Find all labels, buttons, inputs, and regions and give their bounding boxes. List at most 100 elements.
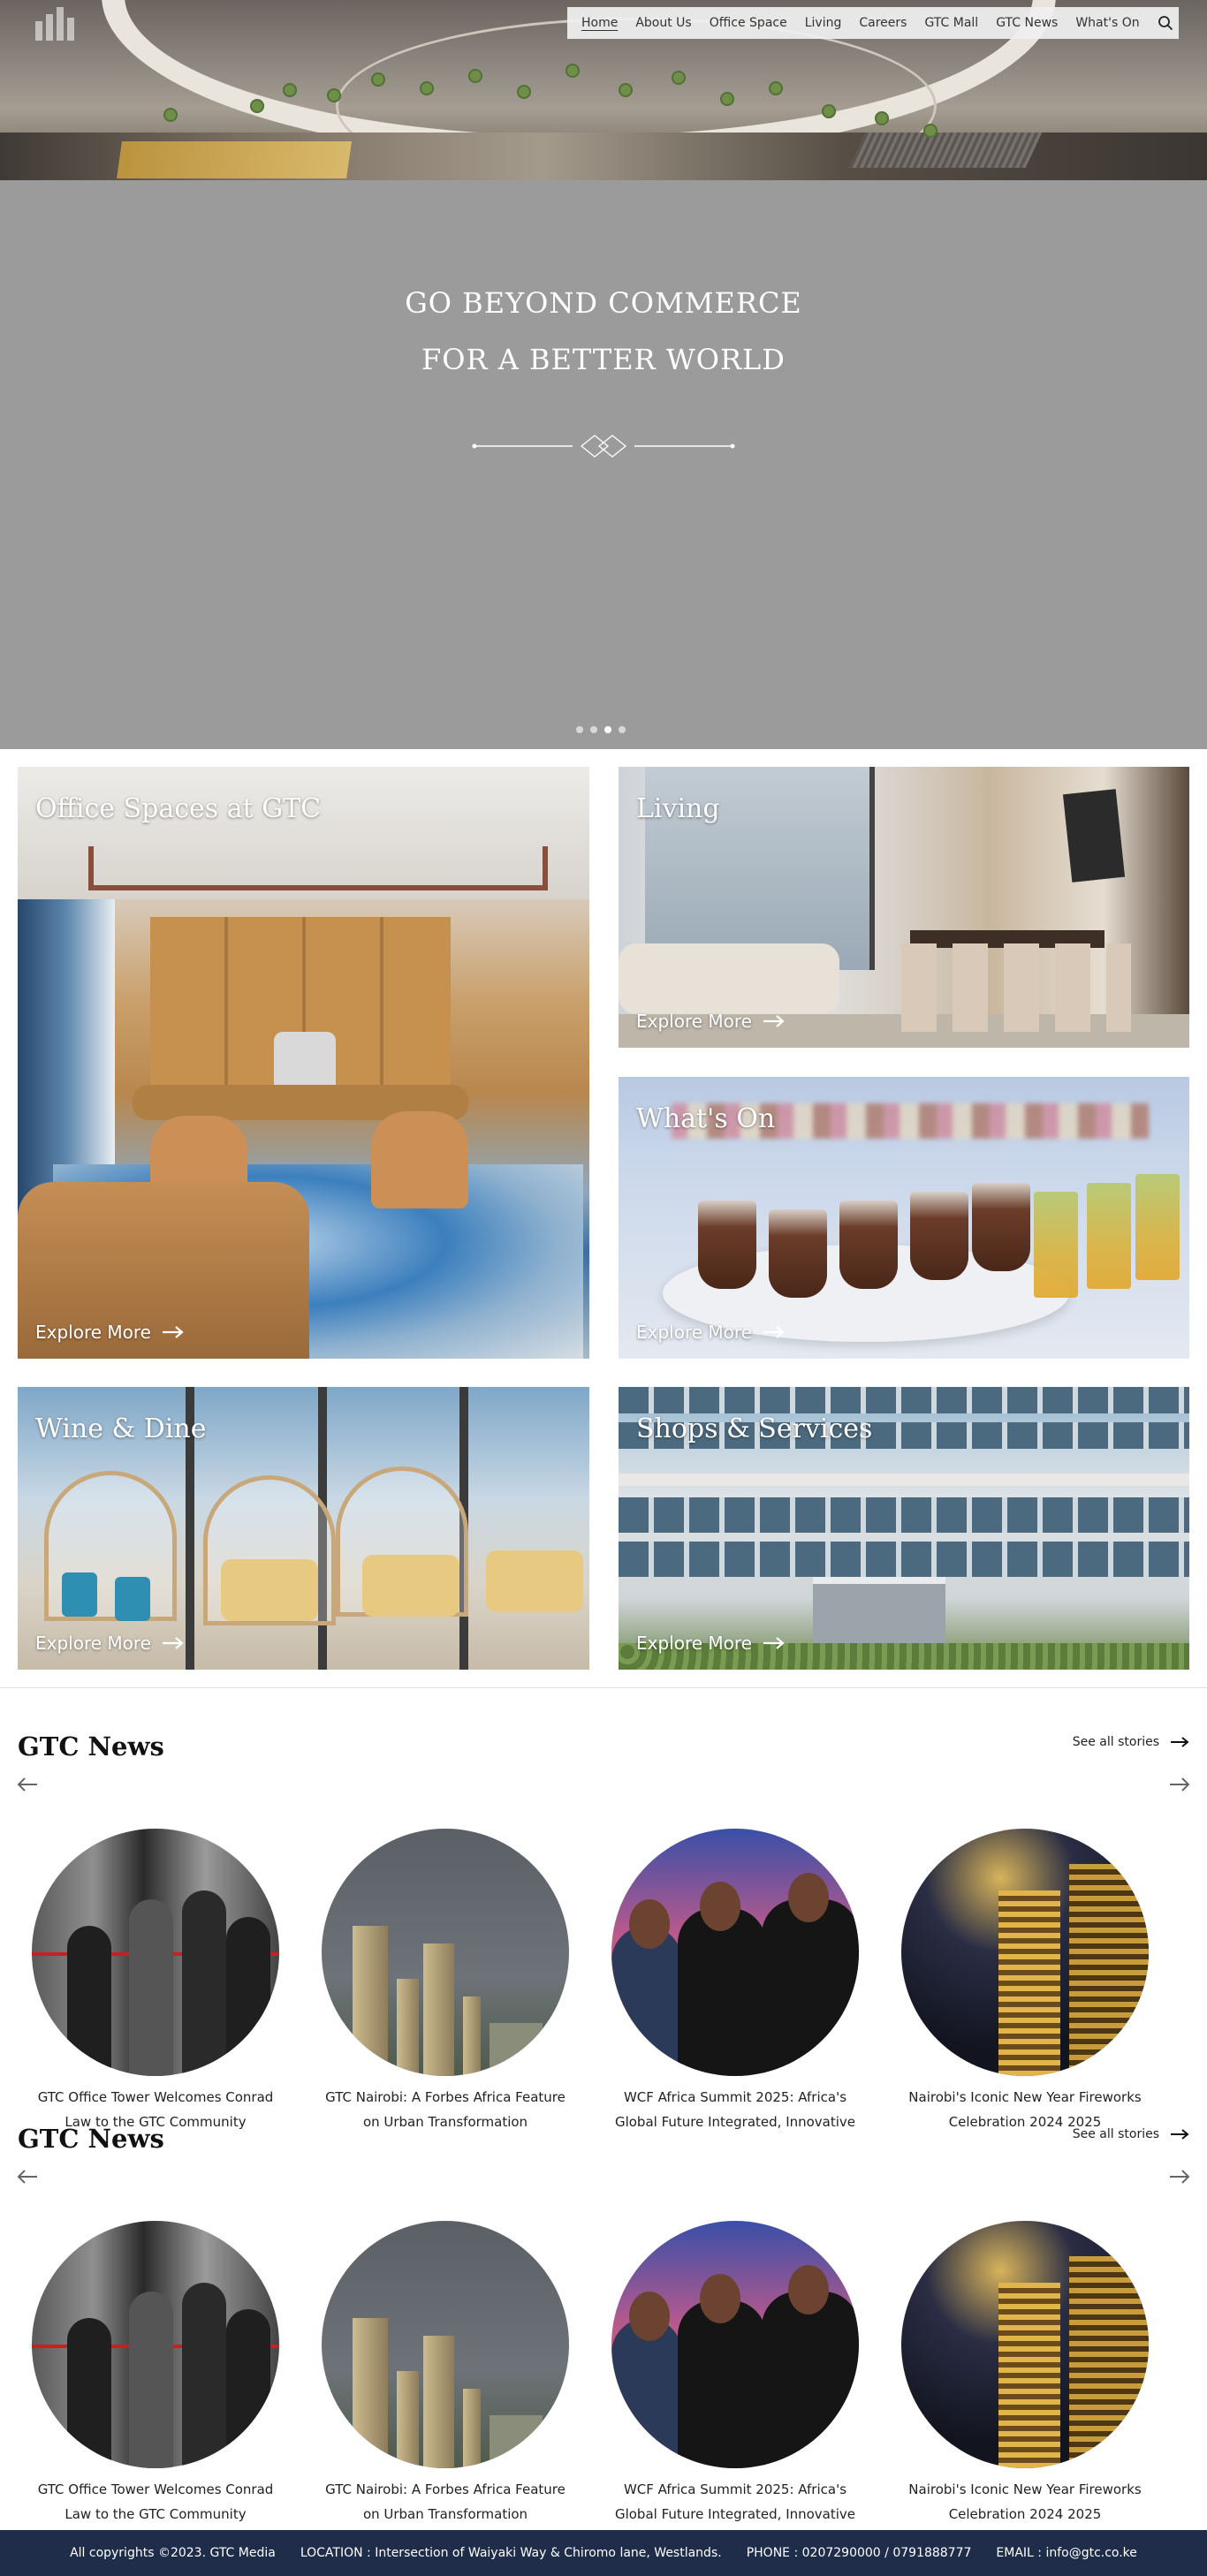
tile-office-spaces[interactable]: Office Spaces at GTC Explore More: [18, 767, 589, 1359]
hanging-plant-decor: [923, 124, 938, 138]
explore-more-label: Explore More: [636, 1633, 752, 1654]
header-banner-image: Home About Us Office Space Living Career…: [0, 0, 1207, 180]
slider-dot-4[interactable]: [619, 726, 626, 733]
footer-copyright: All copyrights ©2023. GTC Media: [70, 2546, 276, 2560]
carousel-prev-button[interactable]: [16, 1776, 39, 1793]
arrow-right-icon: [1171, 1737, 1189, 1747]
nav-item-living[interactable]: Living: [796, 7, 851, 39]
news-caption-line: Law to the GTC Community: [65, 2506, 247, 2522]
hanging-plant-decor: [283, 83, 297, 97]
facade-windows-decor: [619, 1387, 1189, 1413]
news-caption: WCF Africa Summit 2025: Africa's Global …: [603, 2477, 868, 2527]
news-card[interactable]: Nairobi's Iconic New Year Fireworks Cele…: [892, 2221, 1158, 2527]
tile-wine-dine[interactable]: Wine & Dine Explore More: [18, 1387, 589, 1670]
facade-windows-decor: [619, 1542, 1189, 1577]
news-heading: GTC News: [18, 1731, 164, 1762]
nav-item-gtc-news[interactable]: GTC News: [987, 7, 1067, 39]
hanging-plant-decor: [371, 72, 385, 87]
news-caption-line: WCF Africa Summit 2025: Africa's: [623, 2481, 847, 2497]
explore-more-link[interactable]: Explore More: [636, 1011, 786, 1032]
nav-item-careers[interactable]: Careers: [850, 7, 915, 39]
tile-title: Office Spaces at GTC: [35, 793, 322, 824]
tile-title: What's On: [636, 1103, 776, 1134]
tile-shops-services[interactable]: Shops & Services Explore More: [619, 1387, 1189, 1670]
arrow-right-icon: [1171, 2129, 1189, 2140]
slider-dot-1[interactable]: [576, 726, 583, 733]
site-footer: All copyrights ©2023. GTC Media LOCATION…: [0, 2530, 1207, 2576]
footer-location: LOCATION : Intersection of Waiyaki Way &…: [300, 2546, 722, 2560]
facade-band-decor: [619, 1474, 1189, 1486]
tile-whats-on[interactable]: What's On Explore More: [619, 1077, 1189, 1359]
ornament-divider-icon: [472, 435, 735, 458]
explore-more-link[interactable]: Explore More: [35, 1322, 185, 1343]
hanging-plant-decor: [822, 104, 836, 118]
explore-more-link[interactable]: Explore More: [636, 1633, 786, 1654]
search-button[interactable]: [1152, 10, 1179, 36]
carousel-next-button[interactable]: [1168, 1776, 1191, 1793]
hanging-plant-decor: [769, 81, 783, 95]
hanging-plant-decor: [720, 92, 734, 106]
nav-item-gtc-mall[interactable]: GTC Mall: [915, 7, 987, 39]
arrow-right-icon: [763, 1637, 785, 1649]
news-card[interactable]: GTC Office Tower Welcomes Conrad Law to …: [23, 2221, 288, 2527]
explore-more-link[interactable]: Explore More: [35, 1633, 185, 1654]
hanging-plant-decor: [566, 64, 580, 78]
news-image: [611, 1829, 859, 2076]
ceiling-vent-decor: [848, 133, 1043, 168]
hanging-plant-decor: [250, 99, 264, 113]
tile-title: Shops & Services: [636, 1413, 873, 1444]
page: Home About Us Office Space Living Career…: [0, 0, 1207, 2576]
news-image: [32, 2221, 279, 2468]
footer-phone[interactable]: PHONE : 0207290000 / 0791888777: [747, 2546, 972, 2560]
nav-item-about-us[interactable]: About Us: [626, 7, 700, 39]
arrow-right-icon: [763, 1015, 785, 1027]
office-ceiling-trim-decor: [88, 846, 548, 890]
see-all-label: See all stories: [1072, 2127, 1159, 2141]
hanging-plant-decor: [420, 81, 434, 95]
nav-item-office-space[interactable]: Office Space: [701, 7, 796, 39]
explore-more-label: Explore More: [636, 1322, 752, 1343]
news-image: [322, 1829, 569, 2076]
news-heading: GTC News: [18, 2124, 164, 2154]
explore-more-link[interactable]: Explore More: [636, 1322, 786, 1343]
news-image: [901, 1829, 1149, 2076]
news-caption-line: on Urban Transformation: [362, 2506, 528, 2522]
dining-chair-decor: [115, 1577, 150, 1621]
tile-living[interactable]: Living Explore More: [619, 767, 1189, 1048]
drink-glass-decor: [1034, 1192, 1078, 1298]
slider-dot-3[interactable]: [604, 726, 611, 733]
carousel-prev-button[interactable]: [16, 2168, 39, 2186]
news-caption-line: GTC Nairobi: A Forbes Africa Feature: [325, 2481, 566, 2497]
section-divider: [0, 1687, 1207, 1688]
dining-seat-decor: [362, 1555, 459, 1617]
news-image: [901, 2221, 1149, 2468]
gtc-logo[interactable]: [35, 7, 106, 41]
dining-seat-decor: [221, 1559, 318, 1621]
drink-glass-decor: [1135, 1174, 1180, 1280]
news-image: [32, 1829, 279, 2076]
arrow-right-icon: [763, 1326, 785, 1338]
see-all-stories-link[interactable]: See all stories: [1073, 2127, 1189, 2141]
news-caption-line: Nairobi's Iconic New Year Fireworks: [908, 2481, 1142, 2497]
dessert-cup-decor: [910, 1192, 968, 1280]
explore-more-label: Explore More: [636, 1011, 752, 1032]
dessert-cup-decor: [972, 1183, 1030, 1271]
explore-more-label: Explore More: [35, 1633, 151, 1654]
footer-email[interactable]: EMAIL : info@gtc.co.ke: [996, 2546, 1137, 2560]
living-chairs-decor: [901, 943, 1131, 1032]
news-image: [322, 2221, 569, 2468]
hero-slider: GO BEYOND COMMERCE FOR A BETTER WORLD: [0, 180, 1207, 749]
see-all-stories-link[interactable]: See all stories: [1073, 1735, 1189, 1749]
news-card[interactable]: GTC Nairobi: A Forbes Africa Feature on …: [313, 2221, 578, 2527]
slider-dot-2[interactable]: [590, 726, 597, 733]
carousel-next-button[interactable]: [1168, 2168, 1191, 2186]
nav-item-whats-on[interactable]: What's On: [1067, 7, 1148, 39]
living-artwork-decor: [1062, 789, 1126, 883]
hanging-plant-decor: [468, 69, 482, 83]
nav-item-home[interactable]: Home: [573, 7, 626, 39]
hanging-plant-decor: [875, 111, 889, 125]
arrow-right-icon: [163, 1326, 184, 1338]
tile-title: Living: [636, 793, 720, 824]
news-section: GTC News See all stories GTC Office Towe…: [0, 2081, 1207, 2522]
news-card[interactable]: WCF Africa Summit 2025: Africa's Global …: [603, 2221, 868, 2527]
